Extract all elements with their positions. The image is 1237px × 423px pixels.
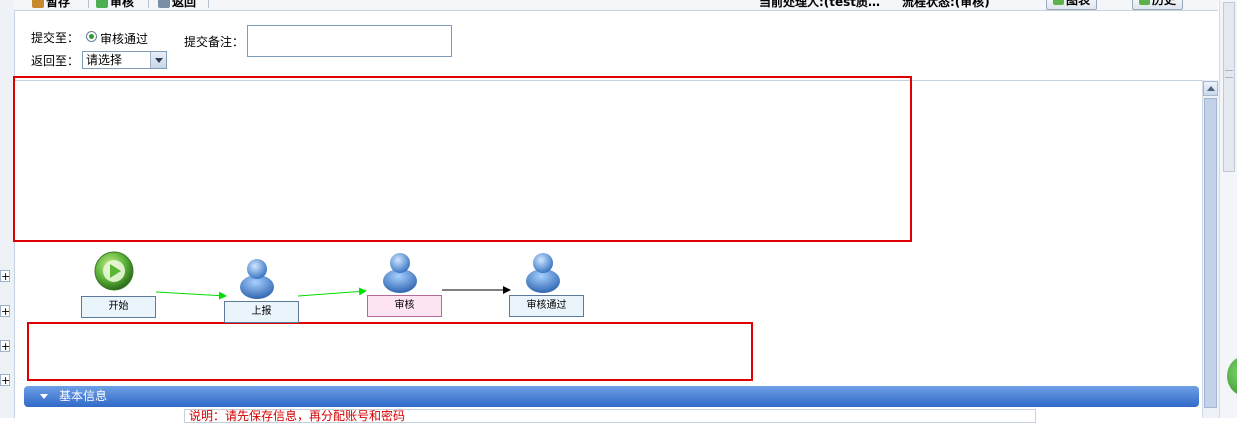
scroll-grip-icon <box>1225 70 1233 78</box>
save-button[interactable]: 暂存 <box>32 0 70 10</box>
return-to-label: 返回至： <box>31 54 80 68</box>
toolbar-divider <box>148 0 149 8</box>
submit-option-label[interactable]: 审核通过 <box>100 30 148 47</box>
submit-to-label: 提交至： <box>31 31 80 45</box>
toolbar-divider <box>88 0 89 8</box>
return-select-value: 请选择 <box>86 53 123 67</box>
person-icon <box>383 253 417 293</box>
remark-input[interactable] <box>247 25 452 57</box>
expand-plus-icon[interactable]: + <box>0 305 10 317</box>
workflow-node-audit-pass[interactable]: 审核通过 <box>509 295 584 317</box>
back-button[interactable]: 返回 <box>158 0 196 10</box>
history-icon <box>1139 0 1150 5</box>
save-icon <box>32 0 44 8</box>
flow-status: 流程状态:(审核) <box>902 0 990 9</box>
current-handler: 当前处理人:(test质… <box>759 0 881 9</box>
toolbar: 暂存 审核 返回 当前处理人:(test质… 流程状态:(审核) 图表 历史 <box>14 0 1218 11</box>
highlight-box-bottom <box>27 322 753 381</box>
notice-text: 说明：请先保存信息，再分配账号和密码 <box>189 409 406 423</box>
notice-box: 说明：请先保存信息，再分配账号和密码 <box>184 409 1036 423</box>
remark-label: 提交备注： <box>184 35 245 49</box>
scroll-thumb[interactable] <box>1204 98 1217 408</box>
expand-plus-icon[interactable]: + <box>0 270 10 282</box>
page-scroll-thumb[interactable] <box>1223 2 1235 172</box>
submit-option-radio[interactable] <box>86 31 97 42</box>
panel-title: 基本信息 <box>59 389 108 403</box>
workflow-node-audit-current[interactable]: 审核 <box>367 295 442 317</box>
expand-plus-icon[interactable]: + <box>0 340 10 352</box>
chart-icon <box>1053 0 1064 5</box>
person-icon <box>240 259 274 299</box>
chevron-down-icon[interactable] <box>150 52 166 68</box>
scroll-up-icon[interactable] <box>1203 81 1218 96</box>
chart-button[interactable]: 图表 <box>1046 0 1098 10</box>
return-to-select[interactable]: 请选择 <box>82 51 167 69</box>
back-icon <box>158 0 170 8</box>
audit-button[interactable]: 审核 <box>96 0 134 10</box>
frame-scrollbar[interactable] <box>1202 80 1219 418</box>
start-play-icon <box>94 251 134 291</box>
expand-plus-icon[interactable]: + <box>0 374 10 386</box>
history-button[interactable]: 历史 <box>1132 0 1184 10</box>
toolbar-divider <box>208 0 209 8</box>
basic-info-panel-header[interactable]: 基本信息 <box>24 386 1199 407</box>
highlight-box-top <box>13 76 912 242</box>
page-scrollbar[interactable] <box>1219 0 1237 418</box>
check-icon <box>96 0 108 8</box>
workflow-node-report[interactable]: 上报 <box>224 301 299 323</box>
workflow-node-start[interactable]: 开始 <box>81 296 156 318</box>
collapse-triangle-icon[interactable] <box>40 394 48 399</box>
person-icon <box>526 253 560 293</box>
